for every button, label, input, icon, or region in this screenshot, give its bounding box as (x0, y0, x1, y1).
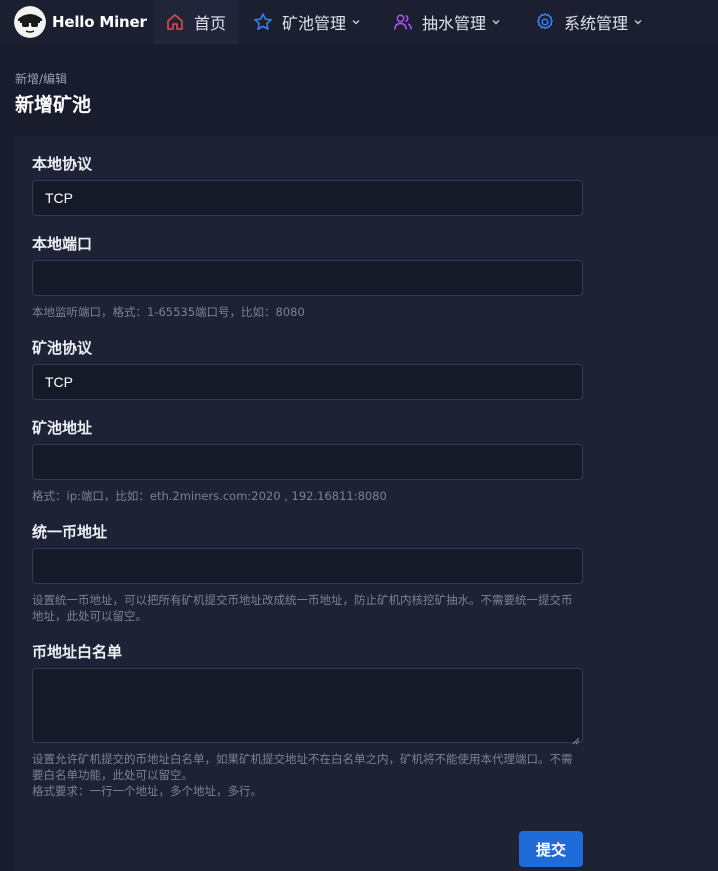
local-protocol-value: TCP (45, 190, 73, 206)
nav-home-label: 首页 (194, 14, 227, 33)
brand[interactable]: Hello Miner (0, 0, 153, 44)
nav-system-label: 系统管理 (564, 14, 629, 33)
app-name: Hello Miner (52, 13, 147, 31)
whitelist-label: 币地址白名单 (32, 643, 123, 661)
chevron-down-icon (351, 17, 361, 27)
unified-address-help: 设置统一币地址，可以把所有矿机提交币地址改成统一币地址，防止矿机内核挖矿抽水。不… (32, 593, 573, 623)
local-port-input[interactable] (32, 260, 583, 296)
pool-protocol-select[interactable]: TCP (32, 364, 583, 400)
page-title: 新增矿池 (15, 94, 92, 116)
local-port-help: 本地监听端口，格式：1-65535端口号，比如：8080 (32, 305, 305, 319)
local-protocol-select[interactable]: TCP (32, 180, 583, 216)
star-icon (253, 12, 273, 32)
nav-pool-management[interactable]: 矿池管理 (239, 0, 371, 44)
pool-protocol-value: TCP (45, 374, 73, 390)
nav-pump-label: 抽水管理 (422, 14, 487, 33)
nav-pump-management[interactable]: 抽水管理 (371, 0, 511, 44)
whitelist-help: 设置允许矿机提交的币地址白名单，如果矿机提交地址不在白名单之内，矿机将不能使用本… (32, 752, 573, 782)
submit-button[interactable]: 提交 (519, 831, 583, 867)
gear-icon (535, 12, 555, 32)
chevron-down-icon (633, 17, 643, 27)
chevron-down-icon (491, 17, 501, 27)
pool-address-input[interactable] (32, 444, 583, 480)
home-icon (165, 12, 185, 32)
nav-pool-label: 矿池管理 (282, 14, 347, 33)
unified-address-input[interactable] (32, 548, 583, 584)
local-port-label: 本地端口 (32, 235, 93, 253)
unified-address-label: 统一币地址 (32, 523, 108, 541)
local-protocol-label: 本地协议 (32, 155, 93, 173)
nav-system-management[interactable]: 系统管理 (511, 0, 653, 44)
pool-address-label: 矿池地址 (32, 419, 93, 437)
top-nav: Hello Miner 首页 矿池管理 抽水管理 系统管理 (0, 0, 718, 44)
users-icon (393, 12, 413, 32)
nav-home[interactable]: 首页 (153, 0, 239, 44)
whitelist-format-help: 格式要求：一行一个地址，多个地址，多行。 (32, 784, 262, 798)
whitelist-textarea[interactable] (32, 668, 583, 745)
pool-form-panel: 本地协议 TCP 本地端口 本地监听端口，格式：1-65535端口号，比如：80… (15, 136, 718, 871)
resize-handle-icon[interactable] (572, 732, 580, 745)
pool-address-help: 格式：ip:端口，比如：eth.2miners.com:2020 , 192.1… (32, 489, 387, 503)
breadcrumb: 新增/编辑 (15, 72, 68, 86)
miner-logo-icon (14, 6, 46, 38)
pool-protocol-label: 矿池协议 (32, 339, 93, 357)
